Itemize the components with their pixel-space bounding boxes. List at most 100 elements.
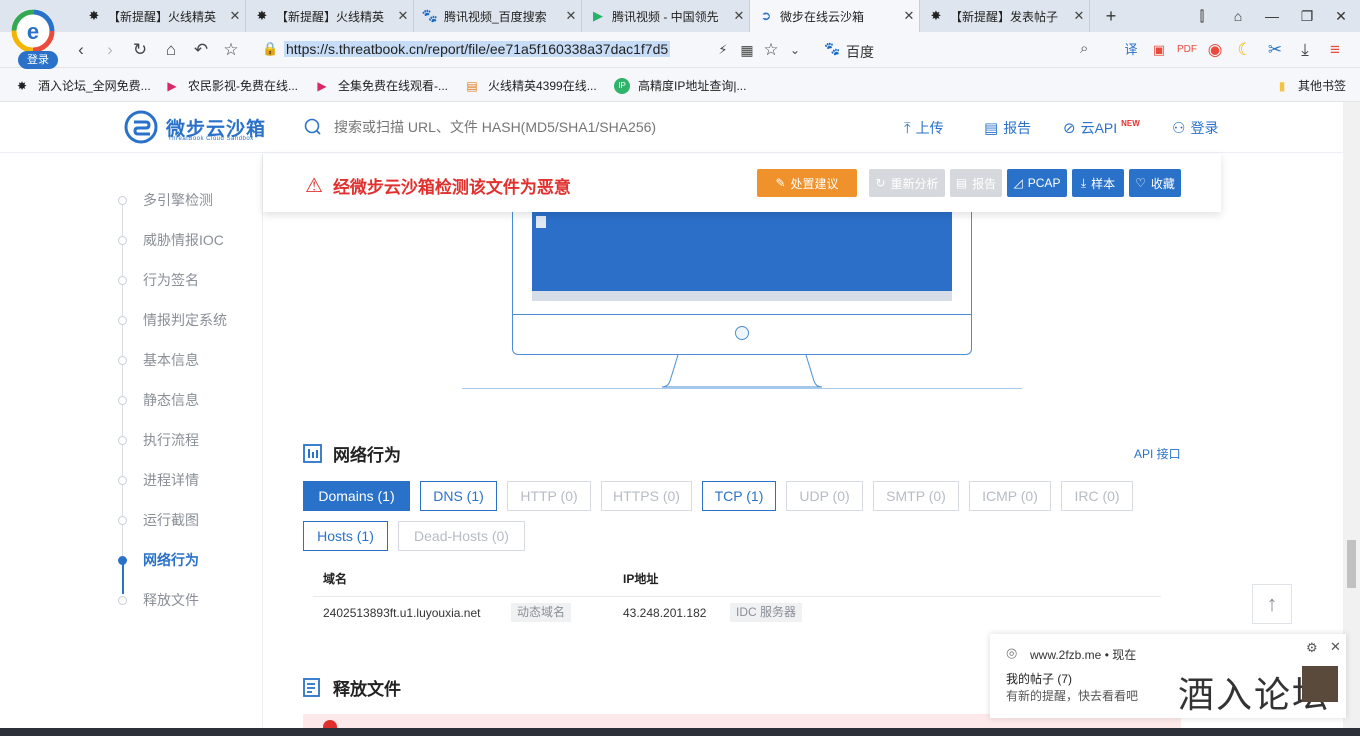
report-button[interactable]: ▤ 报告 xyxy=(950,169,1002,197)
tab-irc[interactable]: IRC (0) xyxy=(1061,481,1133,511)
bookmark-item[interactable]: ▶ 农民影视-免费在线... xyxy=(164,77,298,94)
tab-http[interactable]: HTTP (0) xyxy=(507,481,591,511)
translate-icon[interactable]: 译 xyxy=(1120,39,1142,61)
browser-search-box[interactable]: 🐾 百度 ⌕ xyxy=(818,37,1108,63)
upload-link[interactable]: ⤒ 上传 xyxy=(904,118,944,138)
menu-icon[interactable]: ≡ xyxy=(1324,39,1346,61)
download-icon: ⤓ xyxy=(1080,175,1087,190)
star-icon[interactable]: ☆ xyxy=(220,39,242,61)
home-icon[interactable]: ⌂ xyxy=(160,39,182,61)
sidebar-item-static-info[interactable]: 静态信息 xyxy=(118,390,199,410)
reanalyze-button[interactable]: ↻ 重新分析 xyxy=(869,169,945,197)
browser-tab[interactable]: ✸ 【新提醒】火线精英 ✕ xyxy=(78,0,246,32)
browser-nav-bar: ‹ › ↻ ⌂ ↶ ☆ 🔒 https://s.threatbook.cn/re… xyxy=(0,32,1360,68)
tab-https[interactable]: HTTPS (0) xyxy=(601,481,692,511)
api-icon: ⊘ xyxy=(1063,120,1076,137)
site-search[interactable] xyxy=(304,116,864,138)
weibo-icon[interactable]: ◉ xyxy=(1204,39,1226,61)
close-tab-icon[interactable]: ✕ xyxy=(1069,8,1089,24)
browser-user-avatar[interactable]: e 登录 xyxy=(7,7,59,69)
tab-hosts[interactable]: Hosts (1) xyxy=(303,521,388,551)
browser-tab[interactable]: ✸ 【新提醒】火线精英 ✕ xyxy=(246,0,414,32)
chevron-down-icon[interactable]: ⌄ xyxy=(784,39,806,61)
tab-icmp[interactable]: ICMP (0) xyxy=(969,481,1051,511)
apps-icon[interactable]: ▣ xyxy=(1148,39,1170,61)
sidebar-item-ioc[interactable]: 威胁情报IOC xyxy=(118,230,224,250)
scrollbar-thumb[interactable] xyxy=(1347,540,1356,588)
back-icon[interactable]: ‹ xyxy=(70,39,92,61)
runtime-screenshot[interactable] xyxy=(532,212,952,301)
bookmark-item[interactable]: IP 高精度IP地址查询|... xyxy=(614,77,746,94)
qr-icon[interactable]: ▦ xyxy=(736,39,758,61)
tab-dns[interactable]: DNS (1) xyxy=(420,481,497,511)
tab-tcp[interactable]: TCP (1) xyxy=(702,481,776,511)
push-notification[interactable]: ◎ www.2fzb.me • 现在 ⚙ ✕ 我的帖子 (7) 有新的提醒，快去… xyxy=(990,634,1346,718)
moon-icon[interactable]: ☾ xyxy=(1234,39,1256,61)
close-notification-icon[interactable]: ✕ xyxy=(1330,639,1341,655)
new-tab-icon[interactable]: + xyxy=(1101,6,1121,26)
advice-button[interactable]: ✎ 处置建议 xyxy=(757,169,857,197)
url-text[interactable]: https://s.threatbook.cn/report/file/ee71… xyxy=(284,41,671,57)
site-logo[interactable]: 微步云沙箱 ThreatBook Cloud Sandbox xyxy=(124,110,266,144)
browser-tab-active[interactable]: ➲ 微步在线云沙箱 ✕ xyxy=(750,0,920,32)
sample-button[interactable]: ⤓ 样本 xyxy=(1072,169,1124,197)
skin-icon[interactable]: ⌂ xyxy=(1228,6,1248,26)
pdf-icon[interactable]: PDF xyxy=(1176,39,1198,61)
sidebar-item-multi-engine[interactable]: 多引擎检测 xyxy=(118,190,213,210)
tab-udp[interactable]: UDP (0) xyxy=(786,481,863,511)
sidebar-item-screenshots[interactable]: 运行截图 xyxy=(118,510,199,530)
sidebar-item-basic-info[interactable]: 基本信息 xyxy=(118,350,199,370)
search-icon[interactable]: ⌕ xyxy=(1080,40,1088,57)
bookmark-label: 酒入论坛_全网免费... xyxy=(38,79,151,93)
sidebar-item-signatures[interactable]: 行为签名 xyxy=(118,270,199,290)
notification-body: 有新的提醒，快去看看吧 xyxy=(1006,689,1139,703)
cell-ip[interactable]: 43.248.201.182 xyxy=(623,606,706,620)
sidebar-item-exec-flow[interactable]: 执行流程 xyxy=(118,430,199,450)
browser-tab[interactable]: ✸ 【新提醒】发表帖子 ✕ xyxy=(920,0,1090,32)
bookmark-item[interactable]: ▶ 全集免费在线观看-... xyxy=(314,77,448,94)
undo-icon[interactable]: ↶ xyxy=(190,39,212,61)
sidebar-item-network[interactable]: 网络行为 xyxy=(118,550,199,570)
bookmark-item[interactable]: ✸ 酒入论坛_全网免费... xyxy=(14,77,151,94)
sidebar-item-process[interactable]: 进程详情 xyxy=(118,470,199,490)
bookmark-star-icon[interactable]: ☆ xyxy=(760,39,782,61)
api-link[interactable]: ⊘ 云API NEW xyxy=(1063,118,1140,138)
tab-domains[interactable]: Domains (1) xyxy=(303,481,410,511)
site-search-input[interactable] xyxy=(334,119,814,135)
tab-smtp[interactable]: SMTP (0) xyxy=(873,481,959,511)
screenshot-taskbar xyxy=(532,291,952,301)
minimize-icon[interactable]: — xyxy=(1262,6,1282,26)
browser-tab[interactable]: ▶ 腾讯视频 - 中国领先 ✕ xyxy=(582,0,750,32)
browser-login-label[interactable]: 登录 xyxy=(18,51,58,69)
verdict-text: 经微步云沙箱检测该文件为恶意 xyxy=(332,178,571,197)
bookmark-item[interactable]: ▤ 火线精英4399在线... xyxy=(464,77,596,94)
close-tab-icon[interactable]: ✕ xyxy=(561,8,581,24)
sidebar-item-intel-system[interactable]: 情报判定系统 xyxy=(118,310,227,330)
close-tab-icon[interactable]: ✕ xyxy=(899,8,919,24)
tab-dead-hosts[interactable]: Dead-Hosts (0) xyxy=(398,521,525,551)
cell-domain[interactable]: 2402513893ft.u1.luyouxia.net xyxy=(323,606,480,620)
reload-icon[interactable]: ↻ xyxy=(129,39,151,61)
favorite-button[interactable]: ♡ 收藏 xyxy=(1129,169,1181,197)
browser-tab[interactable]: 🐾 腾讯视频_百度搜索 ✕ xyxy=(414,0,582,32)
lightning-icon[interactable]: ⚡ xyxy=(712,39,734,61)
settings-gear-icon[interactable]: ⚙ xyxy=(1306,640,1318,656)
close-window-icon[interactable]: ✕ xyxy=(1331,6,1351,26)
close-tab-icon[interactable]: ✕ xyxy=(393,8,413,24)
api-interface-link[interactable]: API 接口 xyxy=(1134,445,1181,462)
sidebar-item-released-files[interactable]: 释放文件 xyxy=(118,590,199,610)
maximize-icon[interactable]: ❐ xyxy=(1297,6,1317,26)
pcap-button[interactable]: ◿ PCAP xyxy=(1007,169,1067,197)
close-tab-icon[interactable]: ✕ xyxy=(729,8,749,24)
login-link[interactable]: ⚇ 登录 xyxy=(1172,118,1218,138)
close-tab-icon[interactable]: ✕ xyxy=(225,8,245,24)
other-bookmarks[interactable]: ▮ 其他书签 xyxy=(1274,77,1346,94)
forward-icon[interactable]: › xyxy=(99,39,121,61)
report-link[interactable]: ▤ 报告 xyxy=(984,118,1031,138)
back-to-top-button[interactable]: ↑ xyxy=(1252,584,1292,624)
network-icon xyxy=(303,444,322,463)
search-icon[interactable] xyxy=(304,118,322,136)
tab-list-icon[interactable]: ⫿ xyxy=(1192,6,1212,26)
download-icon[interactable]: ⤓ xyxy=(1294,39,1316,61)
scissors-icon[interactable]: ✂ xyxy=(1264,39,1286,61)
